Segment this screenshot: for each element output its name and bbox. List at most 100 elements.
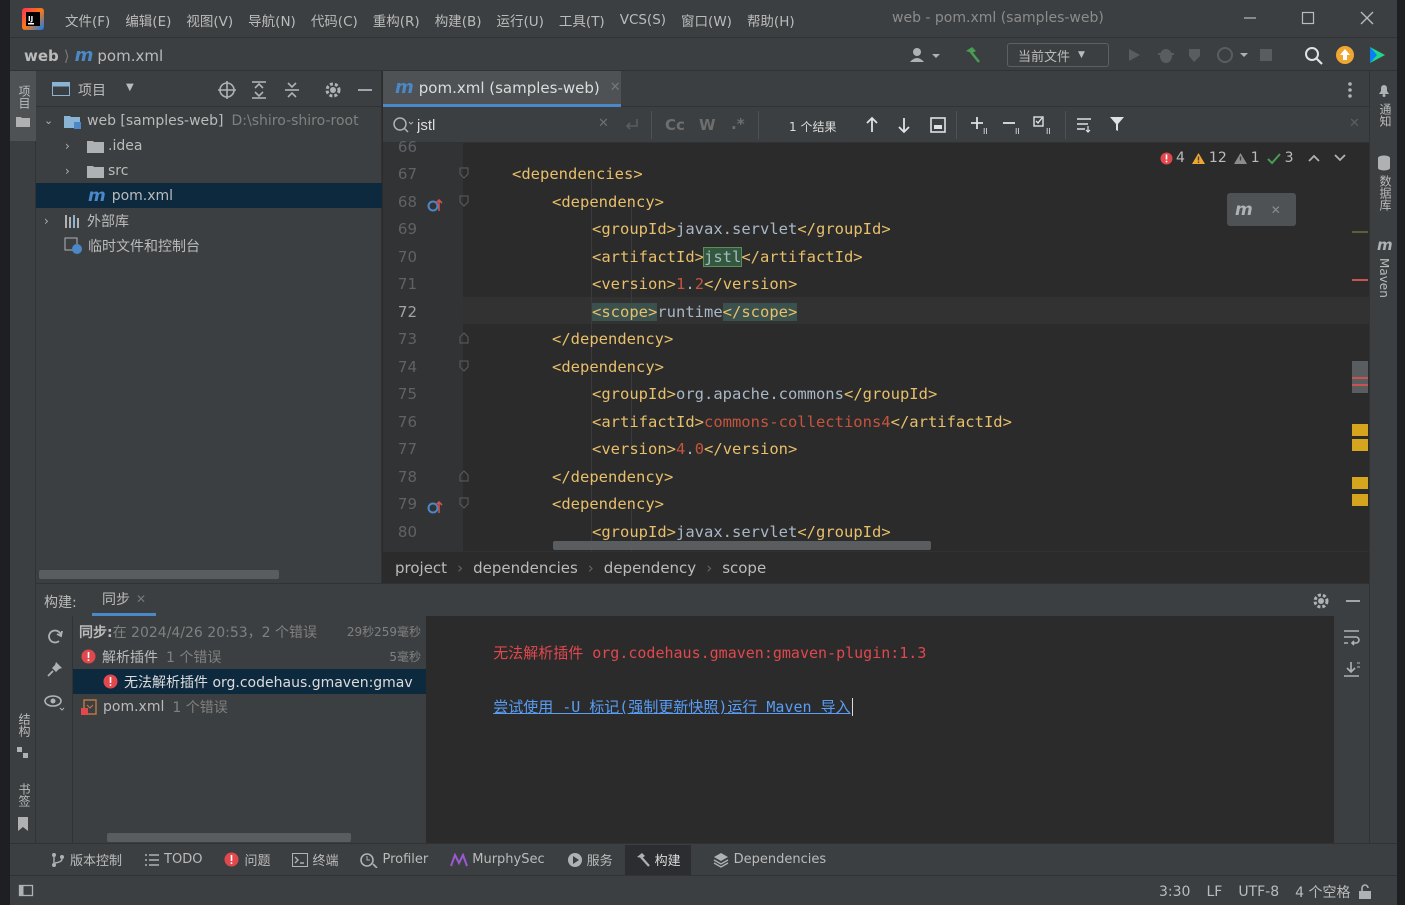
database-tool-button[interactable]: 数据库: [1370, 151, 1398, 221]
add-occurrence-icon[interactable]: II: [970, 115, 992, 135]
tool-build[interactable]: 构建: [624, 844, 691, 875]
menu-view[interactable]: 视图(V): [186, 10, 233, 30]
menu-file[interactable]: 文件(F): [65, 10, 110, 30]
close-find-bar-icon[interactable]: ✕: [1349, 116, 1360, 131]
user-icon[interactable]: [908, 46, 944, 64]
minimize-button[interactable]: [1240, 8, 1260, 28]
structure-tool-button[interactable]: 结构: [10, 711, 36, 766]
hammer-build-icon[interactable]: [962, 45, 982, 65]
stripe-mark[interactable]: [1352, 384, 1368, 386]
hide-panel-icon[interactable]: [356, 81, 374, 99]
maven-tool-button[interactable]: m Maven: [1370, 236, 1398, 306]
stripe-mark[interactable]: [1352, 231, 1368, 233]
gear-icon[interactable]: [324, 81, 342, 99]
close-window-button[interactable]: [1357, 8, 1377, 28]
regex-toggle[interactable]: .*: [731, 115, 745, 133]
hide-panel-icon[interactable]: [1344, 592, 1362, 610]
whole-word-toggle[interactable]: W: [699, 116, 716, 134]
close-popup-icon[interactable]: ✕: [1271, 203, 1281, 217]
soft-wrap-icon[interactable]: [1342, 628, 1362, 646]
menu-tools[interactable]: 工具(T): [559, 10, 605, 30]
code-area[interactable]: <dependencies> <dependency> <groupId>jav…: [463, 143, 1369, 551]
override-marker-icon[interactable]: [427, 499, 443, 515]
run-config-dropdown[interactable]: 当前文件 ▼: [1007, 43, 1109, 67]
menu-window[interactable]: 窗口(W): [681, 10, 732, 30]
collapse-all-icon[interactable]: [283, 80, 301, 100]
unlock-icon[interactable]: [1358, 884, 1372, 900]
stripe-mark[interactable]: [1352, 377, 1368, 379]
gear-icon[interactable]: [1312, 592, 1330, 610]
tree-item-external-libs[interactable]: › 外部库: [36, 208, 382, 233]
notifications-tool-button[interactable]: 通知: [1370, 79, 1398, 144]
nav-project[interactable]: web: [24, 47, 59, 65]
stripe-mark[interactable]: [1352, 494, 1368, 506]
menu-refactor[interactable]: 重构(R): [373, 10, 420, 30]
horizontal-scrollbar[interactable]: [39, 570, 279, 579]
chevron-down-icon[interactable]: [1333, 153, 1346, 163]
file-encoding[interactable]: UTF-8: [1238, 884, 1279, 900]
stripe-mark[interactable]: [1352, 477, 1368, 489]
bookmarks-tool-button[interactable]: 书签: [10, 781, 36, 836]
editor-horizontal-scrollbar[interactable]: [553, 541, 931, 550]
close-tab-icon[interactable]: ✕: [610, 80, 621, 95]
breadcrumb-dependencies[interactable]: dependencies: [473, 559, 578, 577]
tab-sync[interactable]: 同步 ✕: [92, 584, 157, 616]
tool-murphysec[interactable]: MurphySec: [450, 852, 545, 867]
tree-item-idea[interactable]: › .idea: [36, 133, 382, 158]
menu-build[interactable]: 构建(B): [435, 10, 482, 30]
more-options-icon[interactable]: [1345, 81, 1355, 99]
search-everywhere-icon[interactable]: [1304, 46, 1324, 66]
tool-profiler[interactable]: Profiler: [360, 852, 428, 868]
pin-icon[interactable]: [46, 660, 64, 678]
stripe-mark[interactable]: [1352, 439, 1368, 451]
menu-edit[interactable]: 编辑(E): [125, 10, 171, 30]
close-tab-icon[interactable]: ✕: [136, 592, 146, 606]
expand-all-icon[interactable]: [250, 80, 268, 100]
build-tree-pom-row[interactable]: pom.xml 1 个错误: [73, 694, 427, 719]
stripe-mark[interactable]: [1352, 424, 1368, 436]
breadcrumb-project[interactable]: project: [395, 559, 447, 577]
filter-search-results-icon[interactable]: [1076, 117, 1094, 133]
arrow-up-icon[interactable]: [864, 116, 880, 134]
arrow-down-icon[interactable]: [896, 116, 912, 134]
tool-services[interactable]: 服务: [567, 850, 613, 869]
line-separator[interactable]: LF: [1206, 884, 1222, 900]
build-tree-parse-row[interactable]: 解析插件 1 个错误 5毫秒: [73, 644, 427, 669]
scroll-to-end-icon[interactable]: [1342, 660, 1362, 678]
inspection-widget[interactable]: 4 12 1 3: [1160, 150, 1346, 166]
coverage-icon[interactable]: [1186, 46, 1216, 64]
select-all-occurrences-icon[interactable]: [929, 116, 947, 134]
build-tree-sync-row[interactable]: 同步: 在 2024/4/26 20:53，2 个错误 29秒259毫秒: [73, 619, 427, 644]
clear-search-icon[interactable]: ✕: [598, 116, 609, 131]
menu-run[interactable]: 运行(U): [497, 10, 544, 30]
tool-terminal[interactable]: 终端: [292, 850, 338, 869]
tree-item-pom[interactable]: m pom.xml: [36, 183, 382, 208]
tree-item-web[interactable]: ⌄ web [samples-web] D:\shiro-shiro-root: [36, 108, 382, 133]
tool-version-control[interactable]: 版本控制: [50, 850, 122, 869]
menu-code[interactable]: 代码(C): [311, 10, 358, 30]
build-tree-error-row[interactable]: 无法解析插件 org.codehaus.gmaven:gmav: [73, 669, 427, 694]
project-tool-button[interactable]: 项目: [10, 71, 36, 141]
match-case-toggle[interactable]: Cc: [665, 116, 685, 134]
tree-item-scratches[interactable]: 临时文件和控制台: [36, 233, 382, 258]
eye-icon[interactable]: [44, 692, 66, 714]
update-icon[interactable]: [1335, 45, 1355, 65]
maximize-button[interactable]: [1298, 8, 1318, 28]
chevron-down-icon[interactable]: ▼: [126, 82, 134, 93]
project-panel-title[interactable]: 项目: [78, 80, 106, 100]
remove-occurrence-icon[interactable]: II: [1002, 115, 1024, 135]
new-line-icon[interactable]: [623, 117, 641, 133]
debug-icon[interactable]: [1156, 46, 1186, 64]
indent-setting[interactable]: 4 个空格: [1295, 882, 1350, 902]
breadcrumb-scope[interactable]: scope: [722, 559, 766, 577]
find-input[interactable]: [417, 114, 577, 136]
maven-reload-icon[interactable]: m: [1235, 200, 1253, 220]
menu-navigate[interactable]: 导航(N): [248, 10, 296, 30]
caret-position[interactable]: 3:30: [1159, 884, 1190, 900]
editor-tab-pom[interactable]: m pom.xml (samples-web) ✕: [383, 71, 621, 107]
chevron-up-icon[interactable]: [1307, 153, 1320, 163]
tool-todo[interactable]: TODO: [144, 852, 202, 867]
tree-item-src[interactable]: › src: [36, 158, 382, 183]
stripe-mark[interactable]: [1352, 279, 1368, 281]
menu-vcs[interactable]: VCS(S): [620, 12, 666, 28]
